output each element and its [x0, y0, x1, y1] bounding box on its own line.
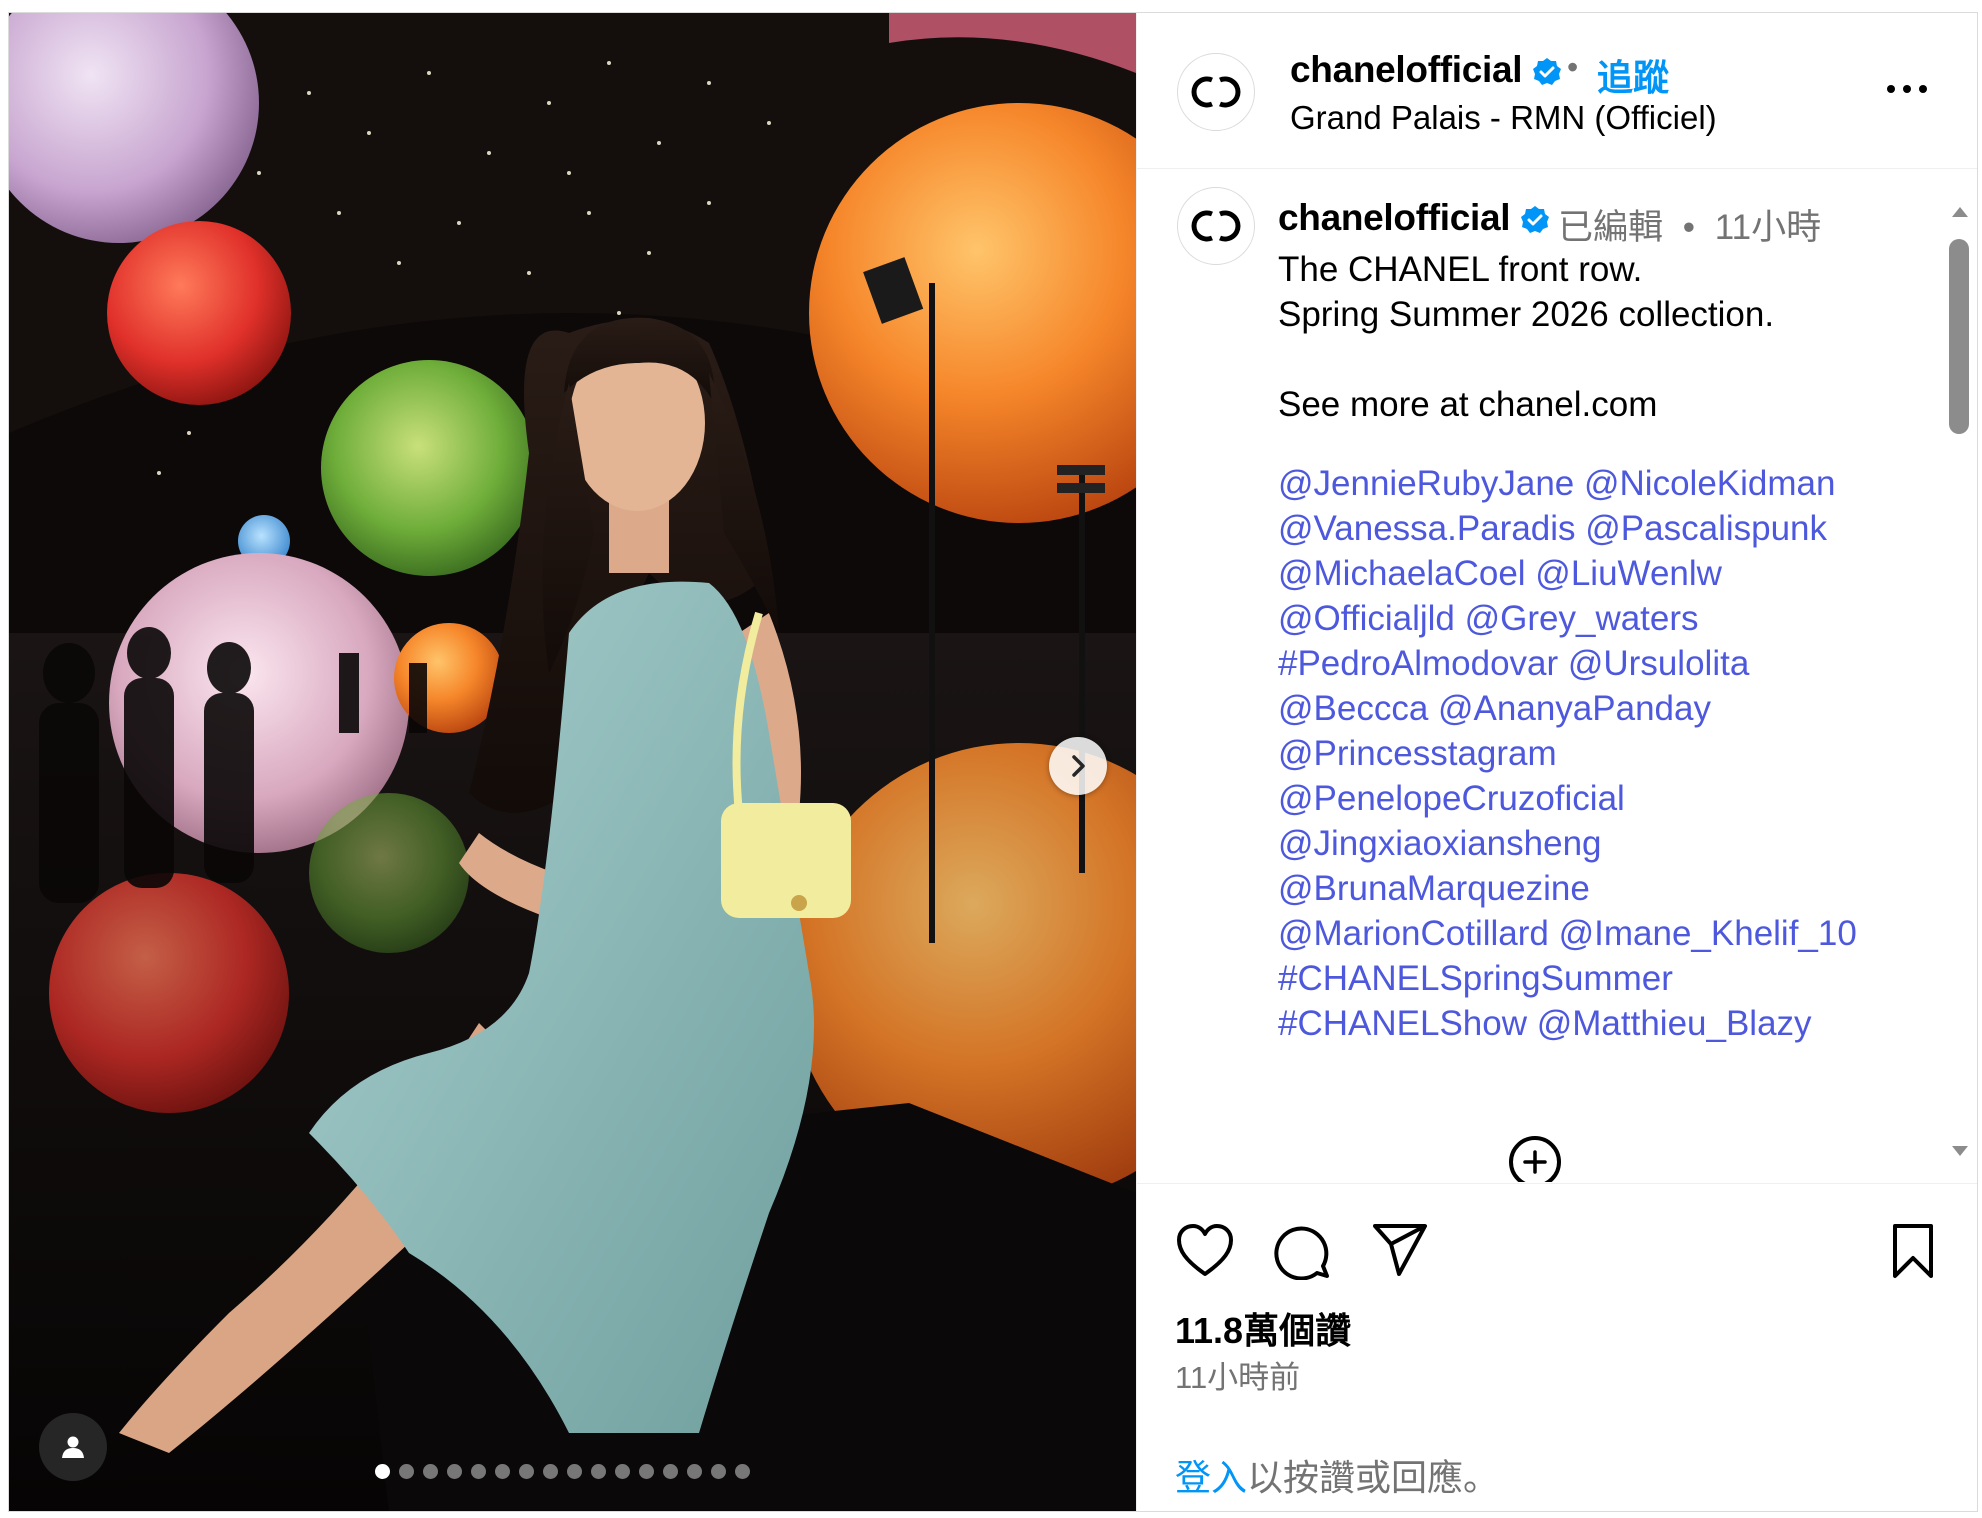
scroll-down-icon[interactable]	[1952, 1146, 1968, 1156]
likes-count[interactable]: 11.8萬個讚	[1175, 1302, 1351, 1354]
carousel-dot	[447, 1464, 462, 1479]
username-text: chanelofficial	[1290, 49, 1523, 90]
login-prompt: 登入以按讚或回應。	[1175, 1449, 1499, 1501]
scroll-up-icon[interactable]	[1952, 207, 1968, 217]
carousel-next-button[interactable]	[1049, 737, 1107, 795]
carousel-indicator	[375, 1464, 750, 1484]
carousel-dot	[399, 1464, 414, 1479]
caption-meta: 已編輯 • 11小時	[1558, 199, 1821, 250]
carousel-dot	[639, 1464, 654, 1479]
post-photo[interactable]	[9, 13, 1136, 1511]
photo-scene	[9, 13, 1136, 1511]
edited-label: 已編輯	[1558, 208, 1664, 247]
caption-time[interactable]: 11小時	[1715, 208, 1821, 247]
location-link[interactable]: Grand Palais - RMN (Officiel)	[1290, 99, 1717, 137]
caption-tag-line[interactable]: #CHANELSpringSummer	[1278, 956, 1857, 1001]
paper-plane-icon[interactable]	[1371, 1222, 1429, 1278]
carousel-dot	[615, 1464, 630, 1479]
caption-tag-line[interactable]: @Vanessa.Paradis @Pascalispunk	[1278, 506, 1857, 551]
follow-button[interactable]: 追蹤	[1597, 49, 1669, 101]
caption-tag-line[interactable]: #PedroAlmodovar @Ursulolita	[1278, 641, 1857, 686]
carousel-dot	[735, 1464, 750, 1479]
bookmark-icon[interactable]	[1889, 1222, 1937, 1280]
caption-section[interactable]: chanelofficial 已編輯 • 11小時 The CHANEL fro…	[1137, 169, 1977, 1182]
carousel-dot	[687, 1464, 702, 1479]
caption-avatar[interactable]	[1177, 187, 1255, 265]
chanel-logo-icon	[1191, 76, 1241, 108]
chanel-logo-icon	[1191, 210, 1241, 242]
username-text: chanelofficial	[1278, 197, 1511, 238]
user-tag-icon	[62, 1436, 84, 1458]
post-header: chanelofficial • 追蹤 Grand Palais - RMN (…	[1137, 13, 1977, 169]
caption-tag-line[interactable]: @MichaelaCoel @LiuWenlw	[1278, 551, 1857, 596]
meta-separator: •	[1682, 208, 1696, 247]
plus-circle-icon	[1523, 1150, 1547, 1174]
post-timestamp[interactable]: 11小時前	[1175, 1352, 1300, 1397]
caption-tag-line[interactable]: @Princesstagram	[1278, 731, 1857, 776]
carousel-dot	[591, 1464, 606, 1479]
more-dot	[1903, 85, 1911, 93]
carousel-dot	[519, 1464, 534, 1479]
more-dot	[1919, 85, 1927, 93]
carousel-dot	[495, 1464, 510, 1479]
caption-tag-line[interactable]: @MarionCotillard @Imane_Khelif_10	[1278, 911, 1857, 956]
login-link[interactable]: 登入	[1175, 1457, 1247, 1498]
carousel-dot	[423, 1464, 438, 1479]
tagged-users-button[interactable]	[39, 1413, 107, 1481]
load-more-comments-button[interactable]	[1509, 1136, 1561, 1182]
caption-tag-line[interactable]: #CHANELShow @Matthieu_Blazy	[1278, 1001, 1857, 1046]
verified-badge-icon	[1533, 58, 1562, 86]
caption-tag-line[interactable]: @BrunaMarquezine	[1278, 866, 1857, 911]
caption-tag-line[interactable]: @JennieRubyJane @NicoleKidman	[1278, 461, 1857, 506]
heart-icon[interactable]	[1175, 1222, 1235, 1278]
caption-text: The CHANEL front row. Spring Summer 2026…	[1278, 250, 1775, 424]
action-bar: 11.8萬個讚 11小時前 登入以按讚或回應。	[1137, 1183, 1977, 1511]
login-prompt-text: 以按讚或回應。	[1247, 1457, 1500, 1498]
caption-tag-line[interactable]: @Beccca @AnanyaPanday	[1278, 686, 1857, 731]
caption-tag-line[interactable]: @Officialjld @Grey_waters	[1278, 596, 1857, 641]
header-separator: •	[1567, 49, 1579, 85]
verified-badge-icon	[1521, 206, 1550, 234]
post-window: chanelofficial • 追蹤 Grand Palais - RMN (…	[8, 12, 1978, 1512]
carousel-dot	[663, 1464, 678, 1479]
more-options-button[interactable]	[1887, 85, 1927, 93]
chevron-right-icon	[1072, 755, 1085, 777]
carousel-dot	[471, 1464, 486, 1479]
comment-icon[interactable]	[1273, 1222, 1331, 1280]
post-details-panel: chanelofficial • 追蹤 Grand Palais - RMN (…	[1136, 13, 1977, 1511]
carousel-dot	[711, 1464, 726, 1479]
header-username[interactable]: chanelofficial	[1290, 49, 1562, 91]
caption-username[interactable]: chanelofficial	[1278, 197, 1550, 239]
carousel-dot	[375, 1464, 390, 1479]
avatar[interactable]	[1177, 53, 1255, 131]
carousel-dot	[567, 1464, 582, 1479]
caption-tag-line[interactable]: @PenelopeCruzoficial	[1278, 776, 1857, 821]
caption-tags: @JennieRubyJane @NicoleKidman @Vanessa.Pa…	[1278, 461, 1857, 1046]
scrollbar-thumb[interactable]	[1949, 239, 1969, 434]
caption-tag-line[interactable]: @Jingxiaoxiansheng	[1278, 821, 1857, 866]
carousel-dot	[543, 1464, 558, 1479]
more-options-icon	[1887, 85, 1895, 93]
